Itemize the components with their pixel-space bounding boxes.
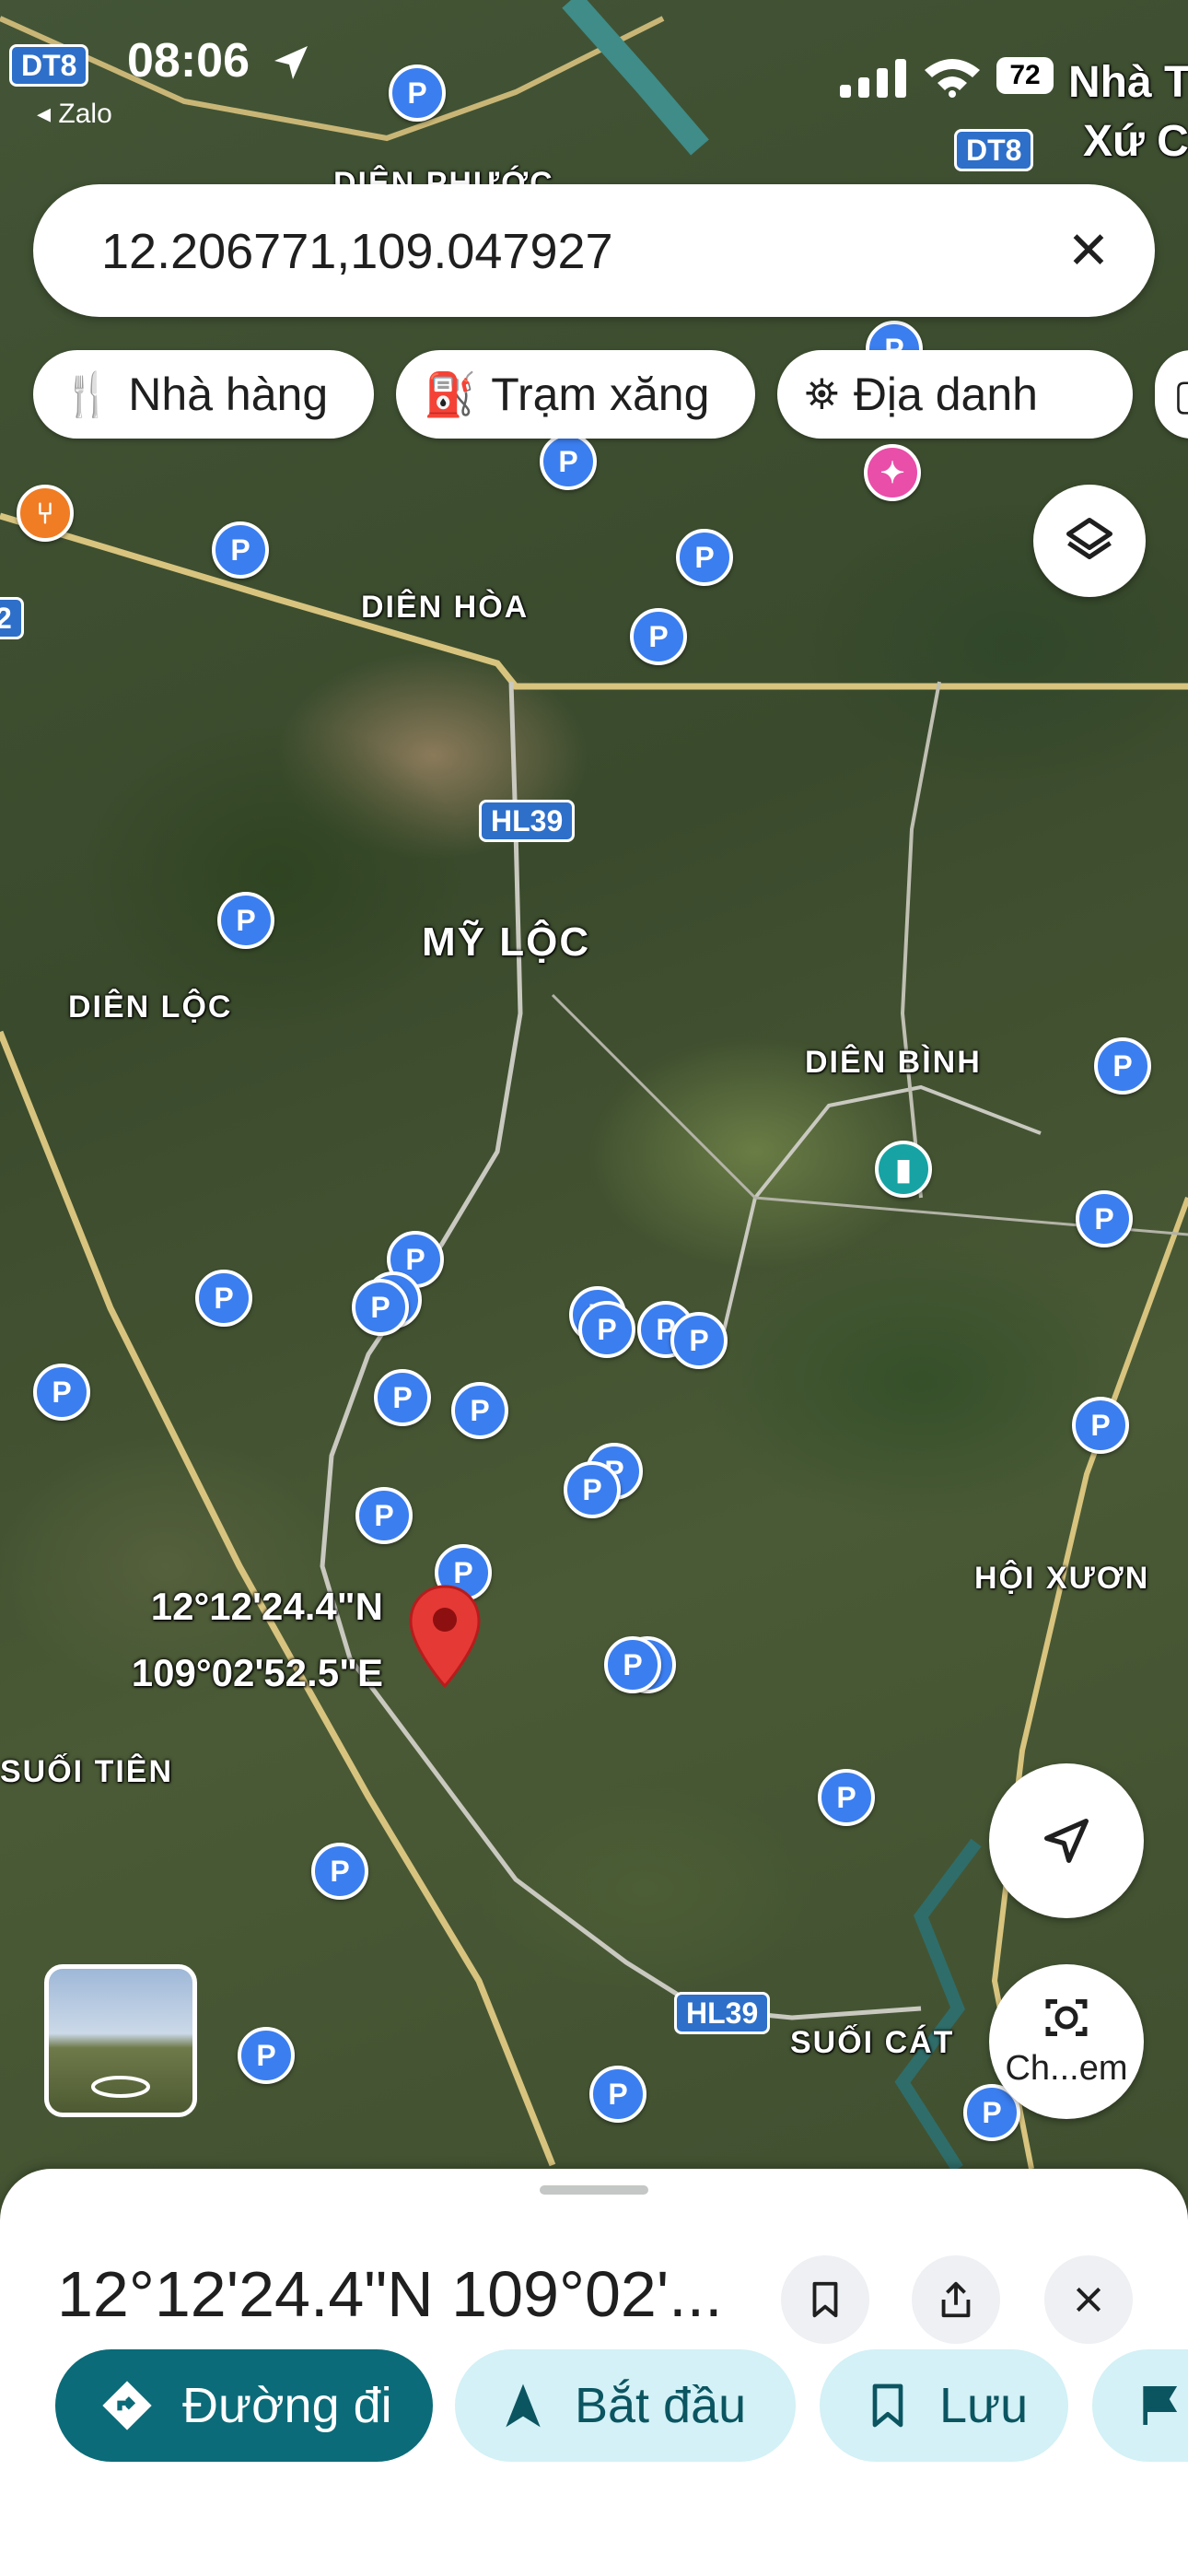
my-location-button[interactable]: [989, 1763, 1144, 1918]
navigation-icon: [497, 2380, 549, 2431]
status-bar: 08:06 ◂ Zalo 72: [0, 0, 1188, 166]
search-input[interactable]: [99, 212, 1024, 291]
sheet-title: 12°12'24.4"N 109°02'...: [57, 2258, 723, 2330]
status-time: 08:06: [127, 34, 250, 88]
parking-poi-icon[interactable]: P: [355, 1487, 413, 1544]
parking-poi-icon[interactable]: P: [676, 529, 733, 586]
parking-poi-icon[interactable]: P: [33, 1364, 90, 1421]
layers-icon: [1066, 518, 1112, 559]
search-bar[interactable]: ✕: [33, 184, 1155, 317]
parking-poi-icon[interactable]: P: [630, 608, 687, 665]
place-label: SUỐI CÁT: [790, 2025, 955, 2060]
start-label: Bắt đầu: [575, 2378, 747, 2433]
parking-poi-icon[interactable]: P: [578, 1301, 635, 1358]
parking-poi-icon[interactable]: P: [818, 1769, 875, 1826]
chip-label: Nhà hàng: [128, 369, 329, 420]
parking-poi-icon[interactable]: P: [311, 1843, 368, 1900]
dropped-pin-icon[interactable]: [405, 1583, 484, 1692]
sheet-drag-handle[interactable]: [540, 2185, 648, 2195]
parking-poi-icon[interactable]: P: [217, 892, 274, 949]
rotate-360-icon: [91, 2076, 150, 2098]
landmark-icon: ⛯: [805, 369, 839, 417]
restaurant-poi-icon[interactable]: ⑂: [17, 485, 74, 542]
place-label: MỸ LỘC: [422, 919, 591, 965]
flag-icon: [1135, 2380, 1186, 2431]
clear-search-icon[interactable]: ✕: [1059, 221, 1118, 280]
chip-gas-stations[interactable]: ⛽ Trạm xăng: [396, 350, 755, 439]
parking-poi-icon[interactable]: P: [1076, 1190, 1133, 1247]
parking-poi-icon[interactable]: P: [352, 1279, 409, 1336]
parking-poi-icon[interactable]: P: [238, 2027, 295, 2084]
parking-poi-icon[interactable]: P: [451, 1382, 508, 1439]
directions-button[interactable]: Đường đi: [55, 2349, 433, 2462]
street-view-thumbnail[interactable]: [44, 1964, 197, 2117]
parking-poi-icon[interactable]: P: [670, 1312, 728, 1369]
place-label: DIÊN LỘC: [68, 989, 233, 1025]
parking-poi-icon[interactable]: P: [195, 1270, 252, 1327]
close-icon: [1076, 2287, 1101, 2313]
bookmark-icon: [812, 2281, 838, 2318]
parking-poi-icon[interactable]: P: [589, 2066, 646, 2123]
road-shield: 2: [0, 597, 24, 639]
place-bottom-sheet[interactable]: 12°12'24.4"N 109°02'... Đường đi Bắt đầu…: [0, 2169, 1188, 2576]
more-action-button[interactable]: [1092, 2349, 1188, 2462]
bookmark-icon: [862, 2380, 914, 2431]
chip-label: Trạm xăng: [491, 369, 710, 420]
parking-poi-icon[interactable]: P: [564, 1461, 621, 1518]
directions-label: Đường đi: [182, 2378, 392, 2433]
signal-icon: [840, 59, 906, 98]
parking-poi-icon[interactable]: P: [540, 433, 597, 490]
save-label: Lưu: [939, 2378, 1029, 2433]
parking-poi-icon[interactable]: P: [604, 1636, 661, 1693]
lens-label: Ch...em: [1005, 2049, 1128, 2088]
chip-landmarks[interactable]: ⛯ Địa danh: [777, 350, 1133, 439]
start-button[interactable]: Bắt đầu: [455, 2349, 796, 2462]
pin-longitude: 109°02'52.5"E: [131, 1651, 383, 1694]
place-label: SUỐI TIÊN: [0, 1754, 174, 1789]
pin-latitude: 12°12'24.4"N: [150, 1585, 383, 1628]
navigation-arrow-icon: [1044, 1819, 1089, 1863]
road-shield: HL39: [479, 800, 576, 842]
location-arrow-icon: [274, 46, 308, 79]
parking-poi-icon[interactable]: P: [1072, 1397, 1129, 1454]
directions-icon: [98, 2376, 157, 2435]
parking-poi-icon[interactable]: P: [212, 521, 269, 579]
landmark-poi-icon[interactable]: ▮: [875, 1141, 932, 1198]
chip-label: Địa danh: [853, 369, 1038, 420]
place-label: HỘI XƯƠN: [974, 1561, 1150, 1596]
layers-button[interactable]: [1033, 485, 1146, 597]
back-to-app-link[interactable]: ◂ Zalo: [37, 98, 112, 130]
more-category-icon: ▢: [1173, 369, 1188, 419]
save-button[interactable]: Lưu: [820, 2349, 1068, 2462]
close-sheet-button[interactable]: [1044, 2255, 1133, 2344]
parking-poi-icon[interactable]: P: [1094, 1037, 1151, 1095]
pin-coordinates-label: 12°12'24.4"N 109°02'52.5"E: [107, 1574, 383, 1706]
share-icon: [941, 2281, 971, 2318]
lens-button[interactable]: Ch...em: [989, 1964, 1144, 2119]
action-buttons-row: Đường đi Bắt đầu Lưu: [0, 2349, 1188, 2478]
fork-knife-icon: 🍴: [61, 369, 114, 418]
attraction-poi-icon[interactable]: ✦: [864, 444, 921, 501]
place-label: DIÊN HÒA: [361, 590, 530, 625]
road-shield: HL39: [674, 1992, 771, 2034]
wifi-icon: [925, 59, 980, 98]
place-label: DIÊN BÌNH: [805, 1045, 982, 1080]
chip-restaurants[interactable]: 🍴 Nhà hàng: [33, 350, 374, 439]
camera-lens-icon: [1045, 1999, 1088, 2036]
battery-level: 72: [996, 57, 1054, 94]
gas-station-icon: ⛽: [424, 369, 477, 418]
parking-poi-icon[interactable]: P: [374, 1369, 431, 1426]
share-button[interactable]: [912, 2255, 1000, 2344]
save-bookmark-button[interactable]: [781, 2255, 869, 2344]
